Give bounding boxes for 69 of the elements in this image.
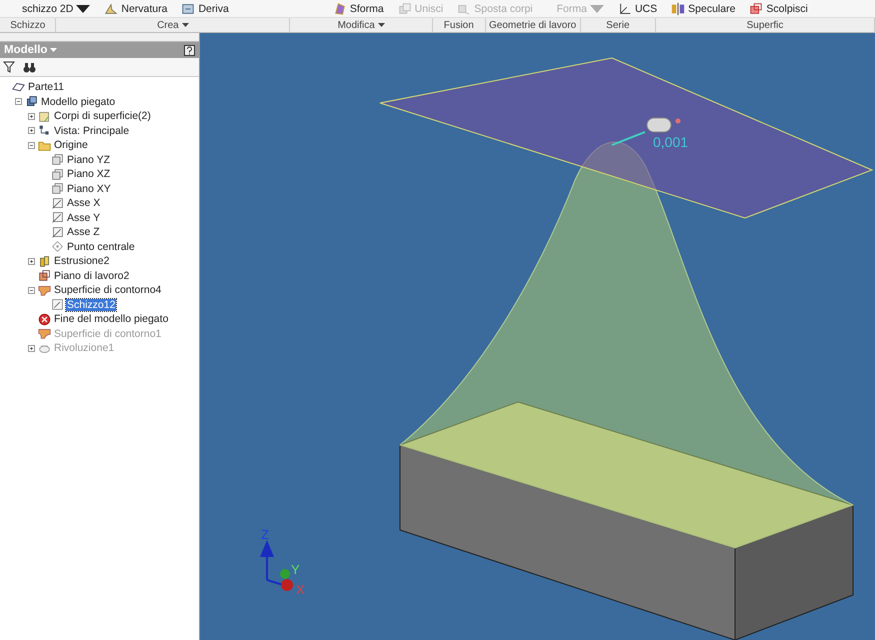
tree-item[interactable]: Schizzo12 [66, 298, 116, 311]
ribbon-button[interactable]: UCS [618, 2, 658, 16]
collapse-toggle[interactable] [28, 286, 35, 294]
ucs-icon [618, 2, 632, 16]
view-icon [38, 124, 51, 138]
tree-item[interactable]: Piano YZ [66, 154, 111, 166]
ribbon-button[interactable]: Sforma [332, 2, 384, 16]
axis-icon [51, 196, 64, 210]
sculpt-icon [749, 2, 764, 16]
panel-label: Modifica [338, 20, 375, 31]
tree-item[interactable]: Modello piegato [40, 96, 116, 108]
panel-label: Crea [157, 20, 179, 31]
panel-label: Superfic [746, 20, 784, 31]
extrusion-icon [38, 254, 51, 268]
ribbon-button[interactable]: schizzo 2D [22, 2, 90, 16]
plane-icon [51, 153, 64, 166]
plane-icon [51, 168, 64, 181]
derive-icon [181, 2, 196, 16]
tree-item[interactable]: Corpi di superficie(2) [53, 110, 152, 122]
expand-toggle[interactable] [28, 127, 35, 134]
tree-item[interactable]: Parte11 [27, 81, 65, 94]
tree-item[interactable]: Piano di lavoro2 [53, 270, 130, 282]
surface-icon [38, 284, 51, 297]
expand-toggle[interactable] [28, 112, 35, 120]
tree-item[interactable]: Superficie di contorno4 [53, 284, 162, 296]
mirror-icon [671, 2, 686, 16]
sketch-icon [51, 298, 64, 312]
tree-item[interactable]: Piano XY [66, 182, 112, 195]
panel-label: Schizzo [10, 20, 46, 31]
collapse-toggle[interactable] [28, 142, 35, 149]
help-icon[interactable] [184, 44, 195, 56]
panel-label: Fusion [444, 20, 474, 31]
dimension-badge[interactable] [646, 118, 672, 132]
filter-icon[interactable] [3, 61, 15, 73]
tree-item[interactable]: Punto centrale [66, 240, 136, 253]
panel-label: Geometrie di lavoro [488, 20, 576, 31]
collapse-toggle[interactable] [15, 98, 22, 106]
tree-item[interactable]: Asse Z [66, 226, 101, 238]
model-icon [25, 95, 38, 108]
ribbon-button[interactable]: Deriva [181, 2, 229, 16]
point-icon [51, 240, 64, 254]
ribbon-button[interactable]: Scolpisci [749, 2, 808, 16]
axis-label: Y [291, 562, 300, 577]
ribbon-button[interactable]: Speculare [671, 2, 736, 16]
binoculars-icon[interactable] [23, 62, 36, 72]
point-marker [676, 118, 680, 124]
plane-icon [51, 182, 64, 196]
end-icon [38, 312, 51, 326]
tree-item[interactable]: Asse Y [66, 212, 102, 224]
part-icon [12, 80, 25, 94]
tree-item[interactable]: Estrusione2 [53, 255, 110, 268]
tree-item[interactable]: Origine [53, 139, 89, 152]
tree-item[interactable]: Fine del modello piegato [53, 313, 170, 326]
workplane-icon [38, 269, 51, 282]
tree-item[interactable]: Piano XZ [66, 168, 112, 180]
axis-triad [260, 540, 293, 591]
dimension-value: 0,001 [653, 134, 688, 150]
bodies-icon [38, 110, 51, 123]
expand-toggle[interactable] [28, 258, 35, 265]
caret-icon [50, 48, 58, 52]
panel-label: Serie [606, 20, 630, 31]
axis-label: X [296, 582, 305, 597]
ribbon-button[interactable]: Nervatura [104, 2, 168, 16]
axis-icon [51, 211, 64, 224]
axis-label: Z [261, 527, 269, 542]
tree-item[interactable]: Vista: Principale [53, 124, 130, 137]
tree-item[interactable]: Asse X [66, 197, 102, 210]
surface-icon [38, 327, 51, 340]
axis-icon [51, 226, 64, 239]
